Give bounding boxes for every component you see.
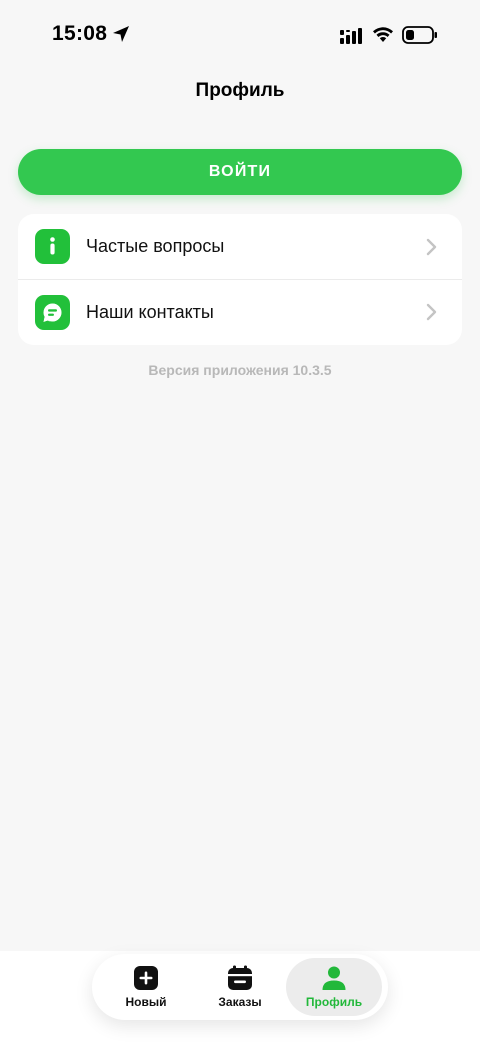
battery-icon [402,26,437,44]
chat-bubble-icon [35,294,70,330]
plus-square-icon [134,966,158,990]
tab-new[interactable]: Новый [98,958,194,1016]
app-version: Версия приложения 10.3.5 [148,362,332,378]
menu-item-label: Наши контакты [86,301,214,322]
menu-list: Частые вопросы Наши контакты [18,214,462,345]
chevron-right-icon [426,303,437,321]
status-time: 15:08 [52,22,108,45]
tab-orders[interactable]: Заказы [192,958,288,1016]
tab-label: Заказы [218,995,262,1009]
cellular-signal-icon [340,28,362,44]
location-arrow-icon [113,26,129,42]
status-bar: 15:08 [0,0,480,70]
login-button[interactable]: ВОЙТИ [18,149,462,195]
menu-item-label: Частые вопросы [86,236,225,256]
login-button-label: ВОЙТИ [208,163,272,180]
tab-profile[interactable]: Профиль [286,958,382,1016]
person-icon [322,966,346,990]
tab-bar: Новый Заказы Профиль [92,954,388,1020]
menu-item-faq[interactable]: Частые вопросы [18,214,462,279]
page-title: Профиль [195,80,285,101]
info-icon [35,229,70,264]
tab-label: Новый [125,995,167,1009]
profile-screen: 15:08 Профиль ВОЙТИ Частые вопросы Наши … [0,0,480,1043]
menu-item-contacts[interactable]: Наши контакты [18,279,462,344]
calendar-icon [228,965,252,990]
tab-label: Профиль [305,995,363,1009]
wifi-icon [373,27,393,42]
chevron-right-icon [426,238,437,255]
